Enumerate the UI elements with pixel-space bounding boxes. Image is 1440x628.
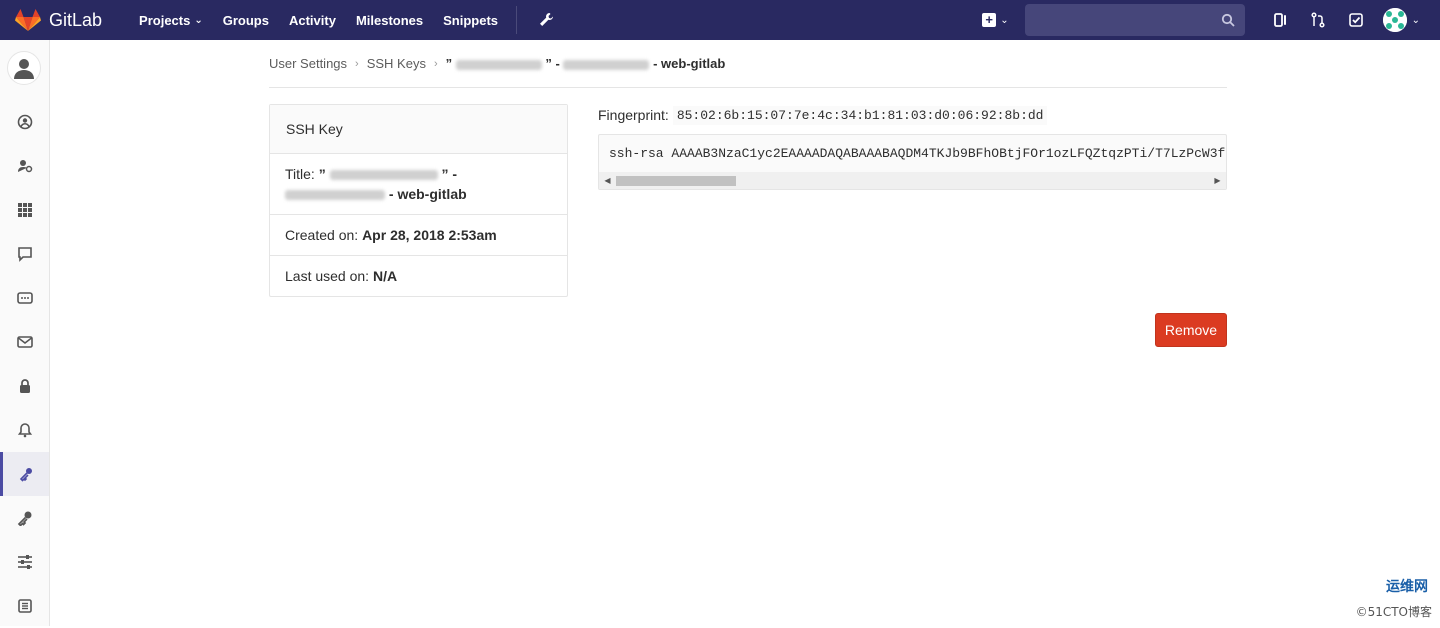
breadcrumb-ssh-keys[interactable]: SSH Keys [367,56,426,71]
breadcrumb: User Settings › SSH Keys › ” ” - - web-g… [269,40,1227,88]
key-icon [18,466,34,482]
breadcrumb-end: - web-gitlab [653,56,725,71]
last-used-label: Last used on: [285,268,369,284]
account-icon [17,158,33,174]
bell-icon [17,422,33,438]
sidebar-item-password[interactable] [0,364,49,408]
sidebar-item-account[interactable] [0,144,49,188]
nav-snippets[interactable]: Snippets [433,0,508,40]
breadcrumb-current[interactable]: ” ” - - web-gitlab [446,56,726,71]
sidebar-user-avatar[interactable] [7,51,41,85]
nav-milestones[interactable]: Milestones [346,0,433,40]
last-used-row: Last used on: N/A [270,256,567,296]
log-icon [17,598,33,614]
scrollbar-thumb[interactable] [616,176,736,186]
redacted-text [285,190,385,200]
created-value: Apr 28, 2018 2:53am [362,227,497,243]
nav-activity-label: Activity [289,13,336,28]
title-label: Title: [285,166,315,182]
created-row: Created on: Apr 28, 2018 2:53am [270,215,567,256]
title-close-quote: ” - [442,166,458,182]
public-key-box[interactable]: ssh-rsa AAAAB3NzaC1yc2EAAAADAQABAAABAQDM… [598,134,1227,190]
panel-heading: SSH Key [270,105,567,154]
nav-projects[interactable]: Projects ⌄ [129,0,213,40]
new-dropdown[interactable]: + ⌄ [982,13,1008,27]
title-suffix: - web-gitlab [389,186,467,202]
key-details: Fingerprint: 85:02:6b:15:07:7e:4c:34:b1:… [598,104,1227,190]
user-menu[interactable]: ⌄ [1383,8,1420,32]
scroll-left-icon[interactable]: ◀ [599,172,616,189]
chevron-right-icon: › [434,58,438,70]
issues-icon[interactable] [1261,0,1299,40]
breadcrumb-open-quote: ” [446,56,453,71]
merge-requests-icon[interactable] [1299,0,1337,40]
applications-icon [17,202,33,218]
redacted-text [330,170,438,180]
chevron-down-icon: ⌄ [194,15,202,26]
sidebar-item-audit-log[interactable] [0,584,49,628]
horizontal-scrollbar[interactable]: ◀ ▶ [599,172,1226,189]
fingerprint-line: Fingerprint: 85:02:6b:15:07:7e:4c:34:b1:… [598,104,1227,126]
nav-snippets-label: Snippets [443,13,498,28]
remove-button[interactable]: Remove [1155,313,1227,347]
sidebar-item-emails[interactable] [0,320,49,364]
watermark: 运维网 ©51CTO博客 [1334,576,1434,620]
sidebar-item-ssh-keys[interactable] [0,452,49,496]
nav-groups[interactable]: Groups [213,0,279,40]
nav-activity[interactable]: Activity [279,0,346,40]
admin-area-wrench-icon[interactable] [531,0,561,40]
nav-milestones-label: Milestones [356,13,423,28]
mail-icon [17,334,33,350]
redacted-text [456,60,542,70]
chevron-down-icon: ⌄ [1412,15,1420,26]
token-icon [17,290,33,306]
todos-icon[interactable] [1337,0,1375,40]
created-label: Created on: [285,227,358,243]
sidebar-item-gpg-keys[interactable] [0,496,49,540]
nav-projects-label: Projects [139,13,190,28]
watermark-sub: ©51CTO博客 [1356,603,1432,620]
chevron-right-icon: › [355,58,359,70]
gitlab-logo-icon [15,8,41,32]
last-used-value: N/A [373,268,397,284]
search-box [1025,4,1245,36]
lock-icon [17,378,33,394]
wrench-key-icon [17,510,33,526]
redacted-text [563,60,649,70]
ssh-key-panel: SSH Key Title: ” ” - - web-gitlab Create… [269,104,568,297]
settings-sidebar [0,40,50,626]
breadcrumb-user-settings[interactable]: User Settings [269,56,347,71]
sidebar-item-applications[interactable] [0,188,49,232]
watermark-text: 运维网 [1386,576,1428,596]
sidebar-item-chat[interactable] [0,232,49,276]
scroll-right-icon[interactable]: ▶ [1209,172,1226,189]
search-input[interactable] [1025,4,1245,36]
nav-divider [516,6,517,34]
preferences-icon [17,554,33,570]
sidebar-item-preferences[interactable] [0,540,49,584]
brand[interactable]: GitLab [15,8,102,32]
main-content: User Settings › SSH Keys › ” ” - - web-g… [269,40,1227,88]
sidebar-item-access-tokens[interactable] [0,276,49,320]
fingerprint-value: 85:02:6b:15:07:7e:4c:34:b1:81:03:d0:06:9… [673,106,1048,125]
search-icon [1221,13,1235,27]
sidebar-item-notifications[interactable] [0,408,49,452]
fingerprint-label: Fingerprint: [598,107,669,123]
key-title-row: Title: ” ” - - web-gitlab [270,154,567,215]
nav-groups-label: Groups [223,13,269,28]
public-key-text: ssh-rsa AAAAB3NzaC1yc2EAAAADAQABAAABAQDM… [609,146,1225,161]
title-open-quote: ” [319,166,326,182]
top-navbar: GitLab Projects ⌄ Groups Activity Milest… [0,0,1440,40]
chevron-down-icon: ⌄ [1000,15,1008,26]
profile-icon [17,114,33,130]
avatar [1383,8,1407,32]
app-name: GitLab [49,10,102,31]
plus-square-icon: + [982,13,996,27]
chat-icon [17,246,33,262]
sidebar-item-profile[interactable] [0,100,49,144]
breadcrumb-mid: ” - [545,56,559,71]
